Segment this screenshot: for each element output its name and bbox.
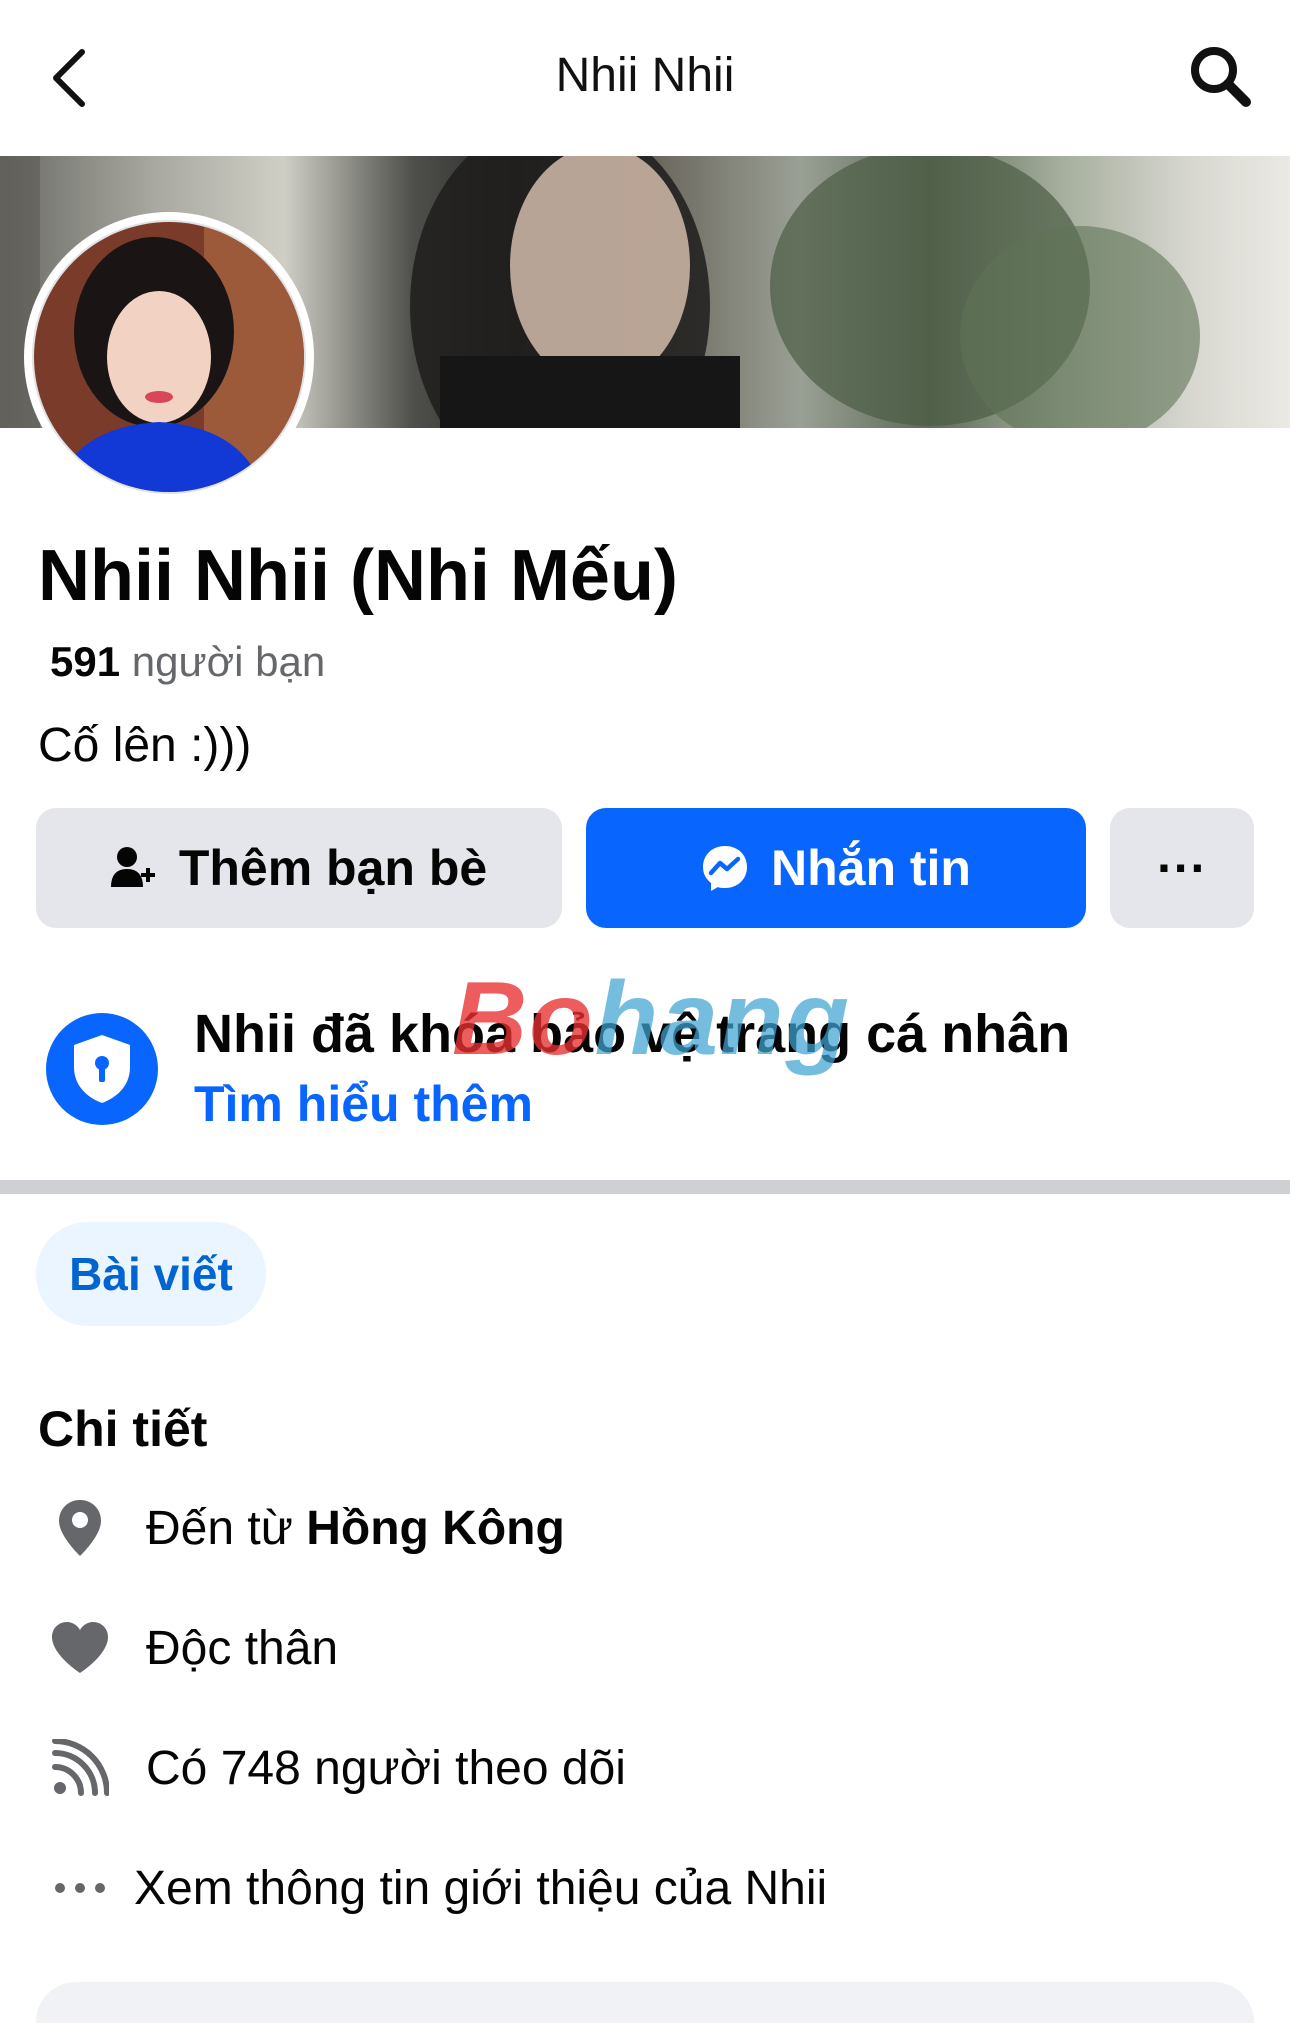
page-title: Nhii Nhii [555,49,735,102]
learn-more-link[interactable]: Tìm hiểu thêm [194,1075,533,1133]
messenger-icon [701,844,749,892]
friends-count[interactable]: 591 người bạn [50,638,325,686]
hometown-prefix: Đến từ [146,1501,293,1555]
profile-page: Nhii Nhii Nhii Nhii (Nhi Mếu) 591 người … [0,0,1290,2023]
rss-feed-icon [40,1728,120,1808]
shield-lock-icon [46,1013,158,1125]
profile-name: Nhii Nhii (Nhi Mếu) [38,536,678,616]
top-bar: Nhii Nhii [0,0,1290,156]
ellipsis-icon: ··· [1157,840,1207,896]
section-divider [0,1180,1290,1194]
see-about-info-row[interactable]: Xem thông tin giới thiệu của Nhii [0,1843,1290,1933]
profile-bio: Cố lên :))) [38,719,252,772]
search-icon [1188,44,1252,113]
avatar-photo [32,220,306,494]
message-button[interactable]: Nhắn tin [586,808,1086,928]
add-friend-button[interactable]: Thêm bạn bè [36,808,562,928]
next-section-card [36,1982,1254,2023]
see-about-info-text: Xem thông tin giới thiệu của Nhii [134,1861,828,1915]
detail-hometown-text: Đến từ Hồng Kông [146,1501,565,1556]
lock-notice-title: Nhii đã khóa bảo vệ trang cá nhân [194,1004,1071,1064]
person-add-icon [110,845,157,891]
profile-avatar[interactable] [24,212,314,502]
heart-icon [40,1608,120,1688]
ellipsis-icon [40,1848,120,1928]
friends-count-label: người bạn [131,638,326,685]
message-label: Nhắn tin [771,840,971,896]
location-pin-icon [40,1488,120,1568]
hometown-place: Hồng Kông [306,1501,565,1555]
detail-relationship-text: Độc thân [146,1621,339,1675]
detail-hometown: Đến từ Hồng Kông [0,1483,1290,1573]
detail-followers-text: Có 748 người theo dõi [146,1741,626,1795]
search-button[interactable] [1180,38,1260,118]
add-friend-label: Thêm bạn bè [178,840,488,896]
friends-count-number: 591 [50,638,121,685]
detail-followers: Có 748 người theo dõi [0,1723,1290,1813]
detail-relationship: Độc thân [0,1603,1290,1693]
tab-posts[interactable]: Bài viết [36,1222,266,1326]
details-heading: Chi tiết [38,1401,208,1457]
more-options-button[interactable]: ··· [1110,808,1254,928]
